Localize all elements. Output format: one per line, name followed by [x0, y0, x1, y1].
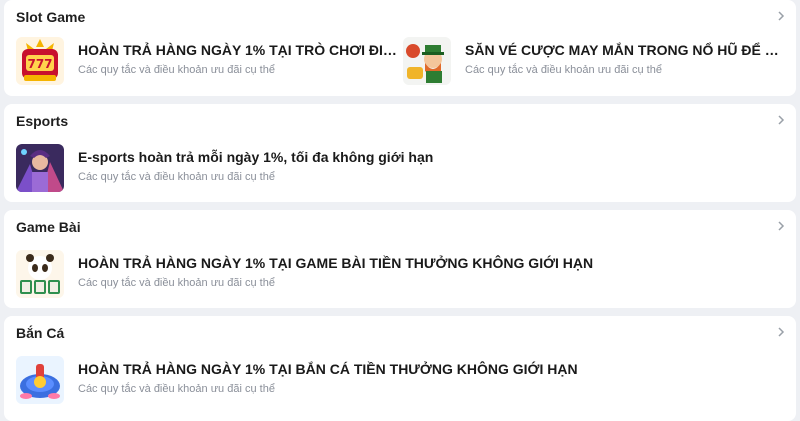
section-title: Slot Game	[16, 9, 86, 25]
section-game-bai: Game Bài HOÀN TRẢ HÀNG NGÀY 1% TẠI GAME …	[4, 210, 796, 308]
section-title: Bắn Cá	[16, 325, 65, 341]
section-esports: Esports E-sports hoàn trả mỗi ngày 1%, t…	[4, 104, 796, 202]
promo-subtitle: Các quy tắc và điều khoản ưu đãi cụ thể	[78, 383, 275, 395]
section-title: Esports	[16, 113, 69, 129]
promo-item[interactable]: HOÀN TRẢ HÀNG NGÀY 1% TẠI BẮN CÁ TIỀN TH…	[16, 356, 716, 412]
chevron-right-icon[interactable]	[774, 9, 788, 23]
promo-subtitle: Các quy tắc và điều khoản ưu đãi cụ thể	[78, 277, 275, 289]
promo-subtitle: Các quy tắc và điều khoản ưu đãi cụ thể	[465, 64, 662, 76]
section-slot-game: Slot Game 777 HOÀN TRẢ HÀNG NGÀY 1% TẠI …	[4, 0, 796, 96]
section-ban-ca: Bắn Cá HOÀN TRẢ HÀNG NGÀY 1% TẠI BẮN CÁ …	[4, 316, 796, 421]
section-title: Game Bài	[16, 219, 81, 235]
promo-title: E-sports hoàn trả mỗi ngày 1%, tối đa kh…	[78, 149, 434, 165]
leprechaun-icon	[403, 37, 451, 85]
slot-777-icon: 777	[16, 37, 64, 85]
promo-title: HOÀN TRẢ HÀNG NGÀY 1% TẠI GAME BÀI TIỀN …	[78, 255, 594, 271]
chevron-right-icon[interactable]	[774, 113, 788, 127]
promotion-list: Slot Game 777 HOÀN TRẢ HÀNG NGÀY 1% TẠI …	[0, 0, 800, 421]
svg-text:777: 777	[27, 57, 52, 71]
promo-item[interactable]: HOÀN TRẢ HÀNG NGÀY 1% TẠI GAME BÀI TIỀN …	[16, 250, 716, 306]
promo-subtitle: Các quy tắc và điều khoản ưu đãi cụ thể	[78, 64, 275, 76]
promo-title: SĂN VÉ CƯỢC MAY MẮN TRONG NỔ HŨ ĐỂ NHẬN …	[465, 42, 785, 58]
mahjong-panda-icon	[16, 250, 64, 298]
esports-hero-icon	[16, 144, 64, 192]
promo-title: HOÀN TRẢ HÀNG NGÀY 1% TẠI TRÒ CHƠI ĐIỆN …	[78, 42, 398, 58]
chevron-right-icon[interactable]	[774, 219, 788, 233]
promo-title: HOÀN TRẢ HÀNG NGÀY 1% TẠI BẮN CÁ TIỀN TH…	[78, 361, 578, 377]
promo-item[interactable]: 777 HOÀN TRẢ HÀNG NGÀY 1% TẠI TRÒ CHƠI Đ…	[16, 37, 398, 93]
chevron-right-icon[interactable]	[774, 325, 788, 339]
promo-subtitle: Các quy tắc và điều khoản ưu đãi cụ thể	[78, 171, 275, 183]
fishing-cannon-icon	[16, 356, 64, 404]
promo-item[interactable]: SĂN VÉ CƯỢC MAY MẮN TRONG NỔ HŨ ĐỂ NHẬN …	[403, 37, 785, 93]
promo-item[interactable]: E-sports hoàn trả mỗi ngày 1%, tối đa kh…	[16, 144, 716, 200]
